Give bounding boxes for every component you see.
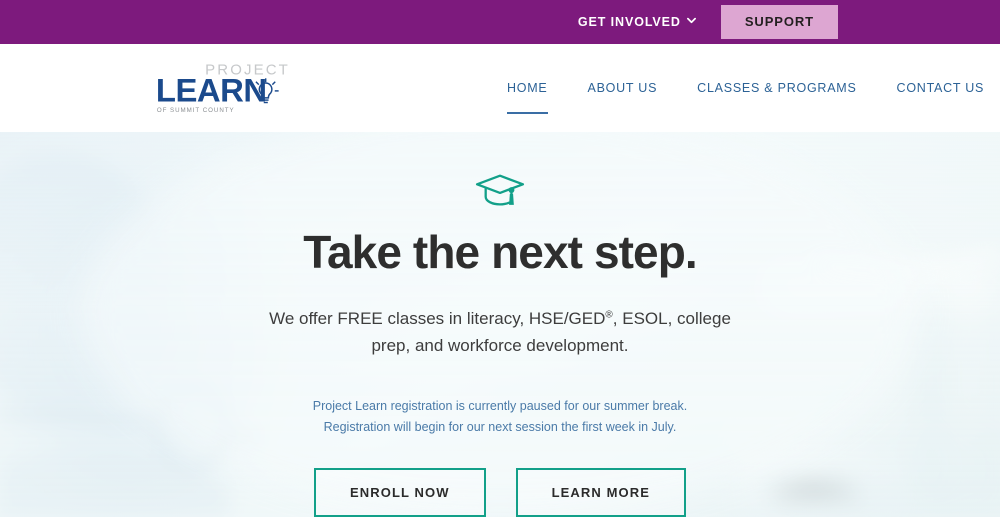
registration-notice: Project Learn registration is currently … [313, 396, 687, 438]
registration-notice-line-1: Project Learn registration is currently … [312, 398, 688, 413]
main-navigation: HOME ABOUT US CLASSES & PROGRAMS CONTACT… [487, 82, 1000, 113]
hero-section: Take the next step. We offer FREE classe… [0, 132, 1000, 517]
hero-content: Take the next step. We offer FREE classe… [0, 132, 1000, 517]
utility-bar: GET INVOLVED SUPPORT [0, 0, 1000, 44]
registration-notice-line-2: Registration will begin for our next ses… [323, 419, 677, 434]
site-header: PROJECT LEARN OF SUMMIT COUNTY HOME ABOU… [0, 44, 1000, 132]
registered-trademark-symbol: ® [605, 309, 613, 321]
enroll-now-button[interactable]: ENROLL NOW [314, 467, 486, 517]
nav-item-classes-programs[interactable]: CLASSES & PROGRAMS [677, 82, 876, 95]
svg-text:LEARN: LEARN [156, 72, 267, 109]
get-involved-menu[interactable]: GET INVOLVED [577, 15, 696, 29]
nav-item-about-us[interactable]: ABOUT US [568, 82, 678, 95]
learn-more-button[interactable]: LEARN MORE [515, 467, 686, 517]
hero-title: Take the next step. [303, 226, 698, 278]
nav-item-home[interactable]: HOME [487, 82, 568, 113]
site-logo[interactable]: PROJECT LEARN OF SUMMIT COUNTY [152, 59, 297, 117]
hero-cta-group: ENROLL NOW LEARN MORE [314, 467, 686, 517]
nav-item-contact-us[interactable]: CONTACT US [877, 82, 1000, 95]
support-button[interactable]: SUPPORT [720, 4, 838, 40]
graduation-cap-icon [473, 170, 527, 212]
get-involved-label: GET INVOLVED [577, 15, 681, 29]
hero-subtitle-part1: We offer FREE classes in literacy, HSE/G… [269, 308, 606, 328]
chevron-down-icon [686, 17, 696, 25]
svg-text:OF SUMMIT COUNTY: OF SUMMIT COUNTY [157, 107, 235, 114]
hero-subtitle: We offer FREE classes in literacy, HSE/G… [265, 305, 735, 360]
